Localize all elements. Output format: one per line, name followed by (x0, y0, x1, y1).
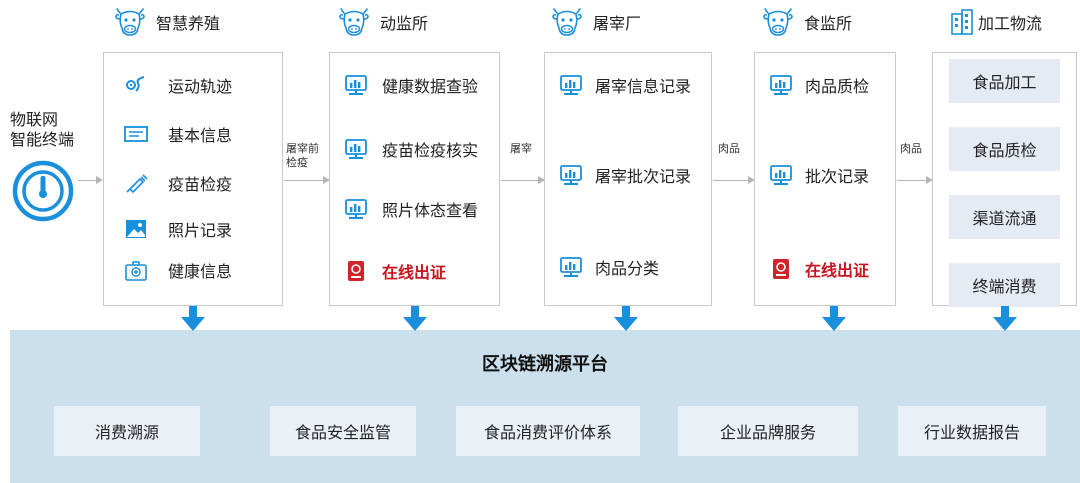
header-food-supervision: 食监所 (762, 4, 852, 40)
farming-item-basic: 基本信息 (104, 120, 282, 148)
monitor-chart-icon (769, 163, 793, 187)
processing-step: 终端消费 (949, 263, 1060, 307)
slaughter-item-label: 屠宰批次记录 (595, 167, 692, 186)
certificate-icon (769, 257, 793, 281)
processing-step: 食品加工 (949, 59, 1060, 103)
food-item: 批次记录 (755, 161, 895, 189)
food-item-label: 批次记录 (805, 167, 870, 186)
down-arrow-icon (613, 306, 639, 332)
farming-item-label: 照片记录 (168, 221, 233, 240)
connector-label-line1: 屠宰前 (286, 142, 319, 155)
platform-service: 食品安全监管 (270, 406, 416, 456)
connector-pre-slaughter (284, 176, 330, 184)
monitor-chart-icon (769, 73, 793, 97)
connector-slaughter-label: 屠宰 (510, 142, 532, 155)
connector-meat-2 (897, 176, 933, 184)
cow-icon (551, 6, 583, 38)
vet-item-label: 疫苗检疫核实 (382, 141, 479, 160)
cow-icon (114, 6, 146, 38)
down-arrow-icon (180, 306, 206, 332)
iot-connector-arrow (78, 176, 103, 184)
farming-item-label: 疫苗检疫 (168, 175, 233, 194)
header-slaughter: 屠宰厂 (551, 4, 641, 40)
farming-item-photo: 照片记录 (104, 215, 282, 243)
header-farming: 智慧养殖 (114, 4, 220, 40)
food-item: 肉品质检 (755, 71, 895, 99)
slaughter-item: 屠宰批次记录 (545, 161, 711, 189)
building-icon (951, 9, 973, 35)
food-supervision-panel: 肉品质检 批次记录 在线出证 (754, 52, 896, 306)
header-vet-label: 动监所 (380, 14, 429, 33)
connector-meat-2-label: 肉品 (900, 142, 922, 155)
monitor-chart-icon (559, 73, 583, 97)
connector-meat-1 (713, 176, 755, 184)
syringe-icon (126, 174, 148, 194)
farming-item-label: 健康信息 (168, 262, 233, 281)
food-online-certificate: 在线出证 (755, 255, 895, 283)
monitor-chart-icon (559, 163, 583, 187)
connector-pre-slaughter-label: 屠宰前 检疫 (286, 142, 319, 170)
platform-service: 食品消费评价体系 (456, 406, 640, 456)
blockchain-platform: 区块链溯源平台 消费溯源 食品安全监管 食品消费评价体系 企业品牌服务 行业数据… (10, 330, 1080, 483)
connector-slaughter (501, 176, 545, 184)
medical-kit-icon (125, 261, 147, 281)
image-icon (126, 220, 146, 238)
slaughter-item: 屠宰信息记录 (545, 71, 711, 99)
monitor-chart-icon (344, 137, 368, 161)
farming-panel: 运动轨迹 基本信息 疫苗检疫 照片记录 健康信息 (103, 52, 283, 306)
vet-item: 疫苗检疫核实 (330, 135, 499, 163)
iot-label: 物联网 智能终端 (10, 110, 74, 150)
down-arrow-icon (821, 306, 847, 332)
header-processing: 加工物流 (950, 4, 1042, 40)
cow-icon (338, 6, 370, 38)
vet-item: 健康数据查验 (330, 71, 499, 99)
platform-title: 区块链溯源平台 (482, 354, 608, 375)
food-item-label: 肉品质检 (805, 77, 870, 96)
vet-online-certificate-label: 在线出证 (382, 263, 447, 282)
monitor-chart-icon (344, 197, 368, 221)
food-online-certificate-label: 在线出证 (805, 261, 870, 280)
header-vet: 动监所 (338, 4, 428, 40)
certificate-icon (344, 259, 368, 283)
down-arrow-icon (992, 306, 1018, 332)
farming-item-health: 健康信息 (104, 256, 282, 284)
slaughter-item-label: 肉品分类 (595, 259, 660, 278)
monitor-chart-icon (344, 73, 368, 97)
farming-item-label: 运动轨迹 (168, 77, 233, 96)
iot-label-line1: 物联网 (10, 110, 59, 129)
iot-terminal-icon (12, 160, 74, 222)
vet-item-label: 照片体态查看 (382, 201, 479, 220)
monitor-chart-icon (559, 255, 583, 279)
processing-step: 渠道流通 (949, 195, 1060, 239)
platform-service: 企业品牌服务 (678, 406, 858, 456)
platform-service: 行业数据报告 (898, 406, 1046, 456)
iot-label-line2: 智能终端 (10, 130, 75, 149)
vet-online-certificate: 在线出证 (330, 257, 499, 285)
farming-item-track: 运动轨迹 (104, 71, 282, 99)
slaughter-item: 肉品分类 (545, 253, 711, 281)
slaughter-panel: 屠宰信息记录 屠宰批次记录 肉品分类 (544, 52, 712, 306)
header-slaughter-label: 屠宰厂 (593, 14, 642, 33)
farming-item-label: 基本信息 (168, 126, 233, 145)
platform-service: 消费溯源 (54, 406, 200, 456)
header-processing-label: 加工物流 (978, 14, 1043, 33)
vet-item: 照片体态查看 (330, 195, 499, 223)
processing-step: 食品质检 (949, 127, 1060, 171)
down-arrow-icon (402, 306, 428, 332)
id-card-icon (124, 126, 148, 142)
vet-item-label: 健康数据查验 (382, 77, 479, 96)
header-food-supervision-label: 食监所 (804, 14, 853, 33)
slaughter-item-label: 屠宰信息记录 (595, 77, 692, 96)
header-farming-label: 智慧养殖 (156, 14, 221, 33)
location-track-icon (126, 76, 145, 92)
cow-icon (762, 6, 794, 38)
connector-meat-1-label: 肉品 (718, 142, 740, 155)
processing-panel: 食品加工 食品质检 渠道流通 终端消费 (932, 52, 1077, 307)
farming-item-vaccine: 疫苗检疫 (104, 169, 282, 197)
vet-panel: 健康数据查验 疫苗检疫核实 照片体态查看 在线出证 (329, 52, 500, 306)
connector-label-line2: 检疫 (286, 156, 308, 169)
